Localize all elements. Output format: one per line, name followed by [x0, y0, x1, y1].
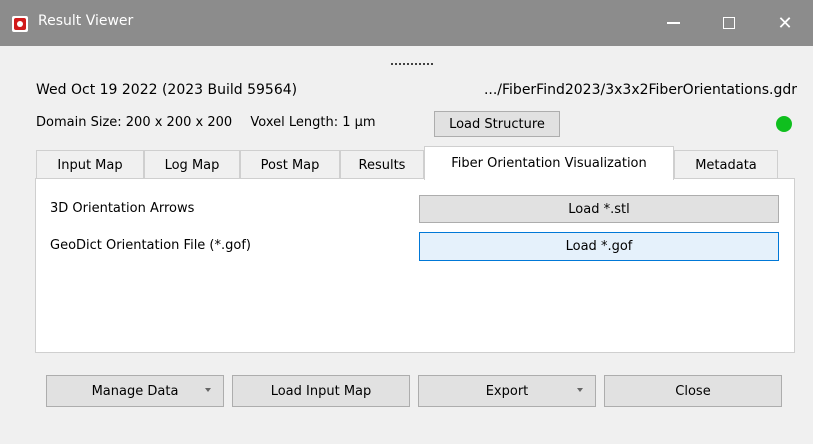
date-build-label: Wed Oct 19 2022 (2023 Build 59564): [36, 82, 298, 98]
status-indicator: [776, 116, 792, 132]
result-viewer-window: Result Viewer ✕ Wed Oct 19 2022 (2023 Bu…: [0, 0, 813, 444]
manage-data-label: Manage Data: [91, 383, 179, 399]
export-label: Export: [485, 383, 529, 399]
file-path-label: .../FiberFind2023/3x3x2FiberOrientations…: [483, 82, 797, 98]
domain-info: Domain Size: 200 x 200 x 200 Voxel Lengt…: [36, 115, 376, 130]
close-window-button[interactable]: ✕: [757, 0, 813, 46]
load-structure-button[interactable]: Load Structure: [434, 111, 560, 137]
window-title: Result Viewer: [38, 13, 134, 29]
minimize-icon: [666, 22, 680, 24]
load-gof-button[interactable]: Load *.gof: [419, 232, 779, 261]
dropdown-arrow-icon: [577, 388, 583, 392]
drag-grip[interactable]: [390, 62, 434, 66]
orientation-arrows-label: 3D Orientation Arrows: [50, 201, 195, 216]
tab-input-map[interactable]: Input Map: [36, 150, 144, 179]
domain-size-label: Domain Size: 200 x 200 x 200: [36, 115, 233, 130]
dropdown-arrow-icon: [205, 388, 211, 392]
tab-post-map[interactable]: Post Map: [240, 150, 340, 179]
export-button[interactable]: Export: [418, 375, 596, 407]
voxel-length-label: Voxel Length: 1 µm: [250, 115, 376, 130]
close-icon: ✕: [777, 12, 793, 34]
maximize-button[interactable]: [701, 0, 757, 46]
load-stl-button[interactable]: Load *.stl: [419, 195, 779, 223]
tab-metadata[interactable]: Metadata: [674, 150, 778, 179]
load-input-map-button[interactable]: Load Input Map: [232, 375, 410, 407]
maximize-icon: [723, 17, 735, 29]
minimize-button[interactable]: [645, 0, 701, 46]
tab-log-map[interactable]: Log Map: [144, 150, 240, 179]
close-button[interactable]: Close: [604, 375, 782, 407]
title-bar: Result Viewer ✕: [0, 0, 813, 46]
tab-results[interactable]: Results: [340, 150, 424, 179]
orientation-file-label: GeoDict Orientation File (*.gof): [50, 238, 251, 253]
app-icon: [12, 16, 28, 32]
tab-fiber-orientation-visualization[interactable]: Fiber Orientation Visualization: [424, 146, 674, 180]
manage-data-button[interactable]: Manage Data: [46, 375, 224, 407]
